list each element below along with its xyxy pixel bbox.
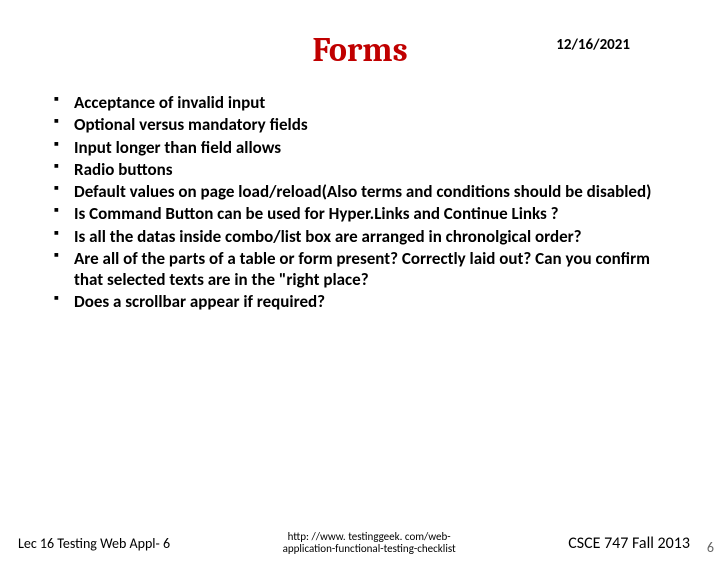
list-item: Radio buttons: [50, 159, 670, 180]
list-item: Optional versus mandatory fields: [50, 114, 670, 135]
footer-left-label: Lec 16 Testing Web Appl- 6: [0, 535, 170, 552]
footer-right-label: CSCE 747 Fall 2013: [568, 534, 720, 553]
page-number: 6: [707, 539, 714, 556]
footer-url-line1: http: //www. testinggeek. com/web-: [288, 530, 451, 543]
footer-center-label: http: //www. testinggeek. com/web- appli…: [170, 531, 568, 556]
list-item: Is Command Button can be used for Hyper.…: [50, 203, 670, 224]
date-label: 12/16/2021: [556, 36, 630, 54]
footer-url-line2: application-functional-testing-checklist: [283, 542, 456, 555]
list-item: Acceptance of invalid input: [50, 92, 670, 113]
list-item: Is all the datas inside combo/list box a…: [50, 226, 670, 247]
content-area: Acceptance of invalid input Optional ver…: [50, 92, 670, 313]
list-item: Input longer than field allows: [50, 137, 670, 158]
footer: Lec 16 Testing Web Appl- 6 http: //www. …: [0, 531, 720, 556]
list-item: Default values on page load/reload(Also …: [50, 181, 670, 202]
list-item: Are all of the parts of a table or form …: [50, 248, 670, 291]
bullet-list: Acceptance of invalid input Optional ver…: [50, 92, 670, 313]
list-item: Does a scrollbar appear if required?: [50, 291, 670, 312]
